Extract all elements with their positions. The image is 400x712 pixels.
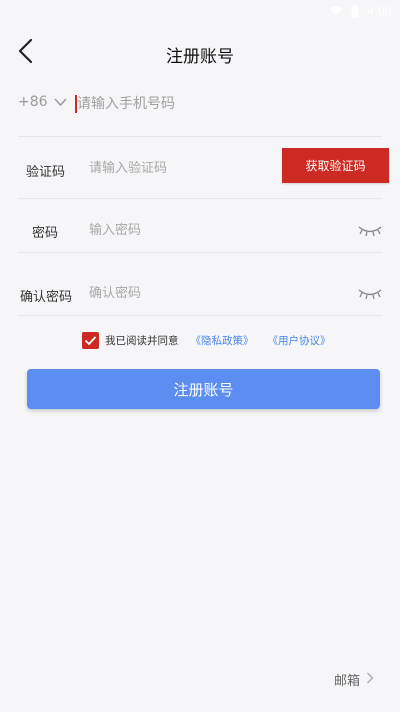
register-button[interactable]: 注册账号 (27, 369, 380, 409)
verify-code-label: 验证码 (26, 165, 66, 180)
eye-closed-icon[interactable] (357, 223, 383, 242)
battery-icon (351, 4, 359, 18)
user-agreement-link[interactable]: 《用户协议》 (268, 333, 331, 348)
agreement-text: 我已阅读并同意 (105, 334, 179, 347)
confirm-password-label: 确认密码 (20, 290, 73, 305)
verify-code-input[interactable] (89, 156, 279, 180)
eye-closed-icon[interactable] (357, 286, 383, 305)
phone-input[interactable] (77, 90, 367, 118)
password-label: 密码 (32, 226, 59, 241)
phone-row: +86 (18, 84, 382, 126)
checkmark-icon (84, 335, 97, 345)
mail-link-label: 邮箱 (333, 674, 360, 689)
status-time: 4:00 (367, 4, 392, 18)
agreement-row: 我已阅读并同意 《隐私政策》 《用户协议》 (82, 330, 331, 350)
confirm-password-input[interactable] (89, 281, 279, 305)
divider (18, 252, 382, 253)
header: 注册账号 (0, 30, 400, 76)
privacy-policy-link[interactable]: 《隐私政策》 (191, 333, 254, 348)
divider (18, 315, 382, 316)
page-title: 注册账号 (166, 47, 234, 67)
wifi-icon (329, 6, 343, 17)
divider (18, 198, 382, 199)
chevron-right-icon (366, 672, 374, 688)
chevron-down-icon[interactable] (54, 94, 67, 113)
status-bar: 4:00 (0, 0, 400, 22)
mail-login-link[interactable]: 邮箱 (334, 670, 374, 689)
country-code[interactable]: +86 (18, 94, 48, 110)
get-code-button[interactable]: 获取验证码 (282, 148, 389, 183)
agree-checkbox[interactable] (82, 331, 99, 349)
divider (18, 136, 382, 137)
password-input[interactable] (89, 218, 279, 242)
